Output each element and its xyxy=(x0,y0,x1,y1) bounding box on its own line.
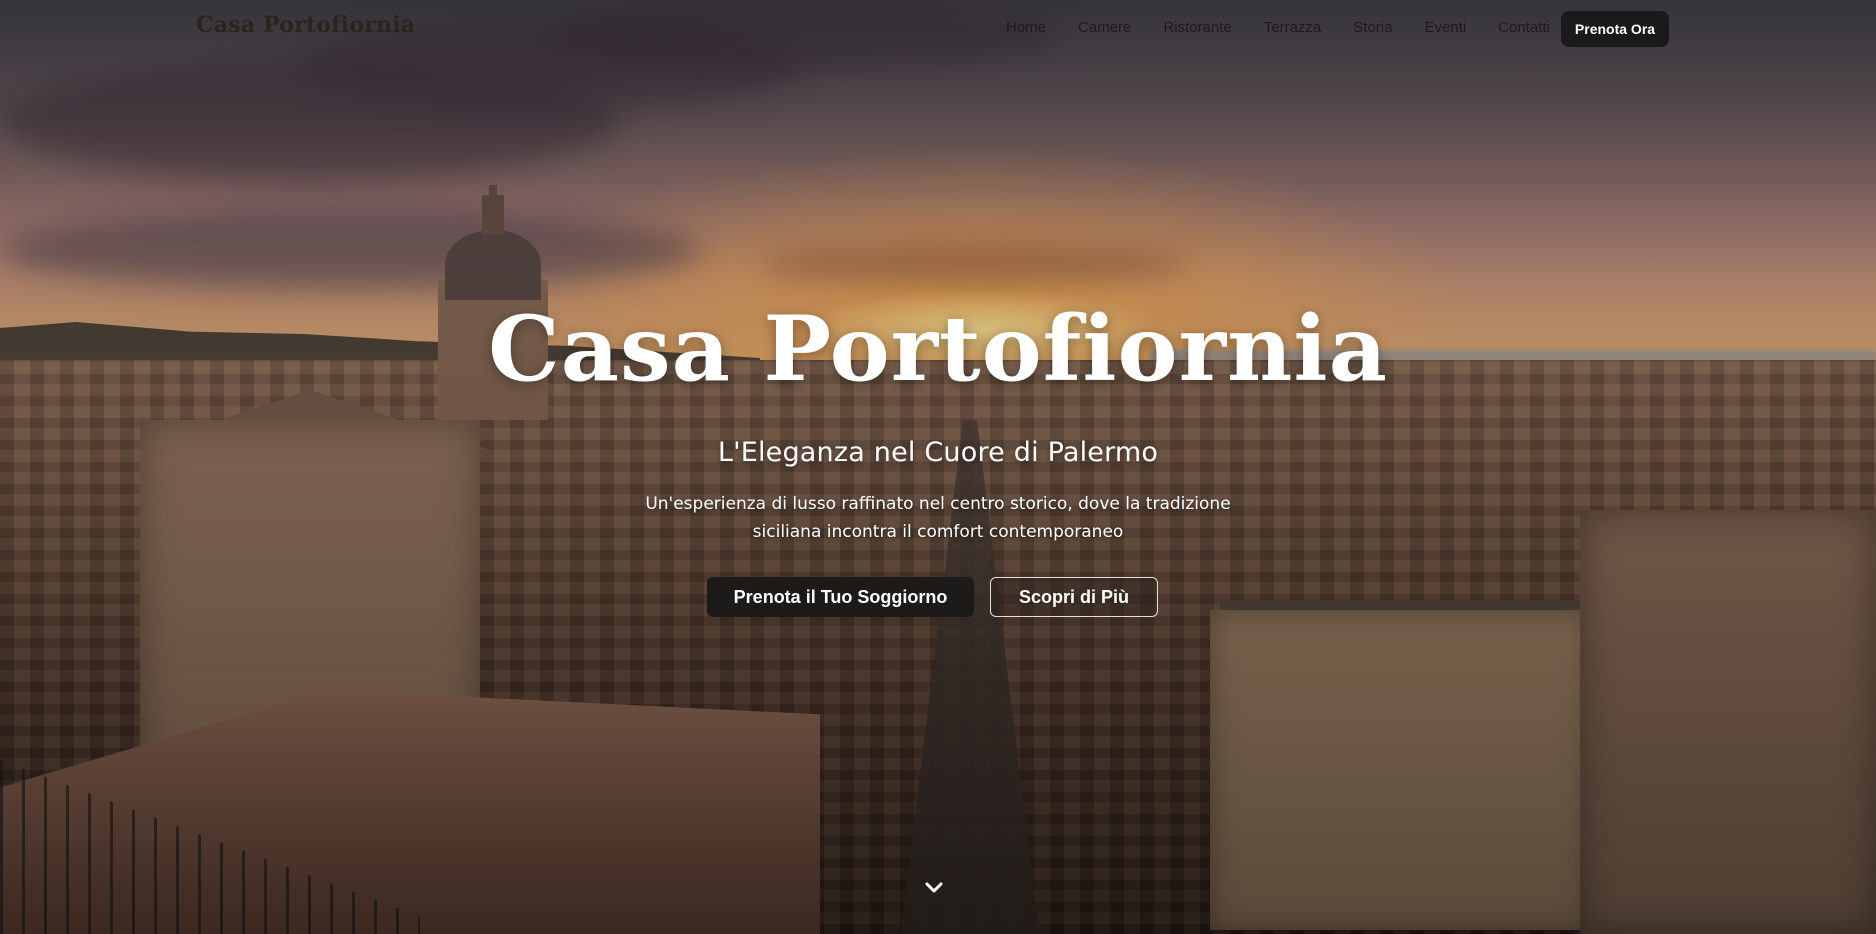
nav-item-camere[interactable]: Camere xyxy=(1078,19,1131,36)
chevron-down-icon xyxy=(925,882,943,893)
discover-more-button[interactable]: Scopri di Più xyxy=(990,577,1158,617)
hero-description: Un'esperienza di lusso raffinato nel cen… xyxy=(645,494,1231,542)
hero-subtitle: L'Eleganza nel Cuore di Palermo xyxy=(717,437,1159,468)
nav-item-eventi[interactable]: Eventi xyxy=(1424,19,1466,36)
nav-item-storia[interactable]: Storia xyxy=(1353,19,1392,36)
nav-item-contatti[interactable]: Contatti xyxy=(1498,19,1550,36)
hero-title: Casa Portofiornia xyxy=(488,296,1388,402)
book-stay-button[interactable]: Prenota il Tuo Soggiorno xyxy=(707,577,974,617)
nav-menu: Home Camere Ristorante Terrazza Storia E… xyxy=(1006,19,1582,36)
top-navigation: Casa Portofiornia Home Camere Ristorante… xyxy=(0,0,1876,58)
nav-item-terrazza[interactable]: Terrazza xyxy=(1264,19,1322,36)
brand-logo[interactable]: Casa Portofiornia xyxy=(196,12,415,38)
nav-item-home[interactable]: Home xyxy=(1006,19,1046,36)
nav-item-ristorante[interactable]: Ristorante xyxy=(1163,19,1231,36)
book-now-button[interactable]: Prenota Ora xyxy=(1561,11,1669,47)
scroll-down-button[interactable] xyxy=(922,878,946,898)
